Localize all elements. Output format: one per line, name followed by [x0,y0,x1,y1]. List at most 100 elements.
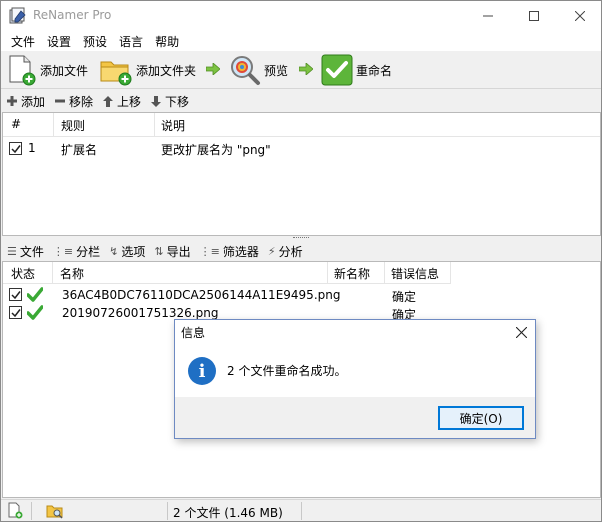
options-icon: ↯ [109,244,119,258]
column-divider[interactable] [53,113,54,137]
folder-search-icon[interactable] [46,502,64,519]
app-window: ReNamer Pro 文件 设置 预设 语言 帮助 添加文件 添加文件夹 预览… [0,0,602,522]
status-divider [301,502,302,520]
analyze-menu-label: 分析 [278,244,303,259]
arrow-right-icon [299,63,313,75]
col-header-error[interactable]: 错误信息 [391,265,439,282]
splitter-grip[interactable] [293,237,309,240]
window-title: ReNamer Pro [33,8,112,22]
title-bar: ReNamer Pro [1,1,601,31]
rule-row[interactable]: 1 扩展名 更改扩展名为 "png" [3,139,600,159]
magnifier-icon [231,56,260,85]
maximize-button[interactable] [511,1,557,31]
rename-label: 重命名 [356,63,393,78]
columns-menu-label: 分栏 [76,244,101,259]
close-button[interactable] [557,1,602,31]
menu-presets[interactable]: 预设 [77,31,113,51]
menu-file[interactable]: 文件 [5,31,41,51]
export-icon: ⇅ [154,244,164,258]
files-menu-label: 文件 [19,244,44,259]
checkmark-icon [11,291,21,300]
column-divider[interactable] [450,262,451,284]
file-row[interactable]: 36AC4B0DC76110DCA2506144A11E9495.png 确定 [3,286,451,304]
options-menu-button[interactable]: ↯ 选项 [109,243,145,260]
success-check-icon [27,305,43,320]
export-menu-button[interactable]: ⇅ 导出 [154,243,190,260]
files-table-header: 状态 名称 新名称 错误信息 [3,262,451,284]
col-header-index[interactable]: # [11,117,21,131]
file-enabled-checkbox[interactable] [9,306,22,319]
rule-index: 1 [28,141,36,155]
menu-language[interactable]: 语言 [113,31,149,51]
add-folder-button[interactable]: 添加文件夹 [99,52,196,88]
options-menu-label: 选项 [121,244,146,259]
col-header-status[interactable]: 状态 [11,265,35,282]
rules-table: # 规则 说明 1 扩展名 更改扩展名为 "png" [2,112,601,236]
rename-button[interactable]: 重命名 [321,52,392,88]
filter-menu-label: 筛选器 [222,244,259,259]
move-up-label: 上移 [117,94,142,109]
info-icon: i [188,357,216,385]
col-header-description[interactable]: 说明 [161,117,185,134]
dialog-footer: 确定(O) [175,397,535,438]
dialog-close-button[interactable] [507,320,535,344]
renamer-app-icon [9,7,26,24]
col-header-rule[interactable]: 规则 [61,117,85,134]
plus-icon [7,96,17,106]
files-menu-button[interactable]: ☰ 文件 [7,243,44,260]
arrow-up-icon [103,95,114,107]
column-divider[interactable] [327,262,328,284]
column-divider[interactable] [52,262,53,284]
move-up-button[interactable]: 上移 [103,93,141,110]
columns-icon: ⋮≡ [52,244,74,258]
status-bar: 2 个文件 (1.46 MB) [1,499,601,521]
add-folder-label: 添加文件夹 [136,63,197,78]
arrow-down-icon [151,95,162,107]
file-name: 36AC4B0DC76110DCA2506144A11E9495.png [62,288,341,302]
file-enabled-checkbox[interactable] [9,288,22,301]
add-file-icon [9,55,36,86]
ok-button[interactable]: 确定(O) [438,406,524,430]
close-icon [575,11,585,21]
add-files-label: 添加文件 [40,63,89,78]
success-check-icon [27,287,43,302]
menu-settings[interactable]: 设置 [41,31,77,51]
column-divider[interactable] [154,113,155,137]
preview-label: 预览 [264,63,289,78]
add-files-button[interactable]: 添加文件 [7,52,88,88]
files-icon: ☰ [7,244,17,258]
rules-toolbar: 添加 移除 上移 下移 [1,90,601,112]
minimize-button[interactable] [465,1,511,31]
preview-button[interactable]: 预览 [229,52,288,88]
status-divider [167,502,168,520]
move-down-button[interactable]: 下移 [151,93,189,110]
col-header-new-name[interactable]: 新名称 [334,265,370,282]
rules-table-header: # 规则 说明 [3,113,600,137]
col-header-name[interactable]: 名称 [60,265,84,282]
dialog-message: 2 个文件重命名成功。 [227,364,347,378]
analyze-icon: ⚡ [267,244,276,258]
menu-help[interactable]: 帮助 [149,31,185,51]
move-down-label: 下移 [165,94,190,109]
add-rule-label: 添加 [21,94,46,109]
maximize-icon [529,11,539,21]
columns-menu-button[interactable]: ⋮≡ 分栏 [53,243,100,260]
analyze-menu-button[interactable]: ⚡ 分析 [268,243,303,260]
main-toolbar: 添加文件 添加文件夹 预览 重命名 [1,51,601,89]
filter-icon: ⋮≡ [199,244,220,258]
minimize-icon [483,15,493,17]
checkmark-icon [11,309,21,318]
rule-enabled-checkbox[interactable] [9,142,22,155]
rule-name: 扩展名 [61,143,98,157]
file-error: 确定 [392,290,417,304]
status-divider [31,502,32,520]
file-name: 20190726001751326.png [62,306,219,320]
close-icon [515,326,527,338]
column-divider[interactable] [384,262,385,284]
filter-menu-button[interactable]: ⋮≡ 筛选器 [200,243,259,260]
checkmark-icon [11,145,21,154]
minus-icon [55,99,66,103]
remove-rule-button[interactable]: 移除 [55,93,93,110]
add-rule-button[interactable]: 添加 [7,93,45,110]
add-file-small-icon[interactable] [7,502,23,519]
